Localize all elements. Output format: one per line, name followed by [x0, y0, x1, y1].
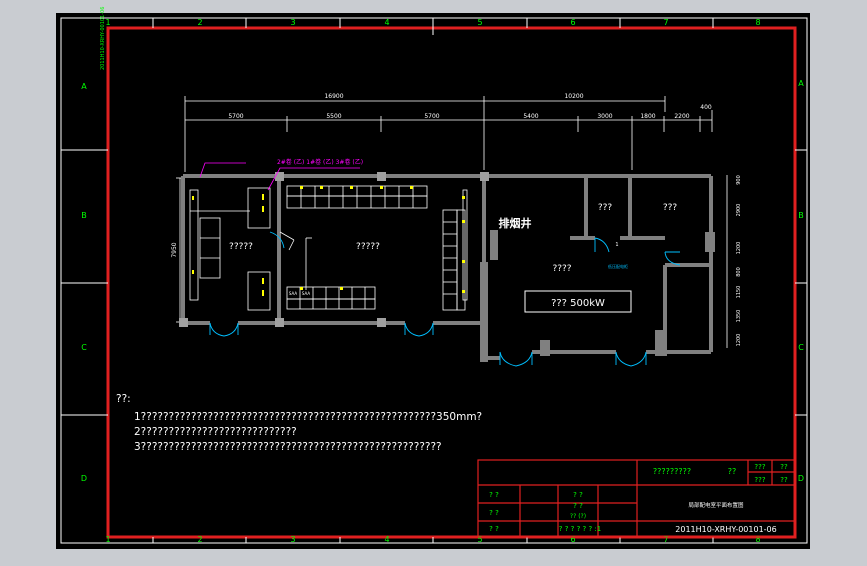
cabinet-code-2: SAA: [302, 291, 310, 296]
row-label-right-c: C: [798, 343, 804, 352]
room-left-large: ?????: [356, 242, 380, 252]
col-label-bottom-1: 1: [105, 535, 110, 544]
col-label-top-1: 1: [105, 18, 110, 27]
tb-cell-r1a: ???: [754, 463, 765, 471]
notes-line-1: 1???????????????????????????????????????…: [134, 411, 482, 423]
notes-line-2: 2????????????????????????????: [134, 426, 297, 438]
door-code: 1: [615, 242, 618, 248]
tb-q1: ? ?: [489, 491, 499, 499]
tb-bottom-mid: ? ? ? ? ? ? :1: [559, 525, 601, 533]
col-label-top-6: 6: [570, 18, 575, 27]
row-label-right-a: A: [798, 79, 804, 88]
tb-code: 2011H10-XRHY-00101-06: [675, 525, 776, 534]
col-label-top-8: 8: [755, 18, 760, 27]
tb-cell-r2b: ??: [780, 476, 788, 484]
tb-name: ?????????: [653, 467, 691, 476]
dim-right-6: 1350: [736, 310, 742, 323]
dim-right-4: 800: [736, 267, 742, 277]
room-right-main: ????: [552, 264, 571, 274]
dim-seg-3: 5700: [424, 113, 439, 120]
tb-cell-r1b: ??: [780, 463, 788, 471]
col-label-bottom-8: 8: [755, 535, 760, 544]
col-label-bottom-6: 6: [570, 535, 575, 544]
tb-name-right: ??: [728, 467, 737, 476]
row-label-left-c: C: [81, 343, 87, 352]
notes-heading: ??:: [116, 393, 131, 405]
dim-seg-7: 2200: [674, 113, 689, 120]
dim-seg-6: 1800: [640, 113, 655, 120]
dim-seg-4: 5400: [523, 113, 538, 120]
cad-viewport[interactable]: 1 2 3 4 5 6 7 8 1 2 3 4 5 6 7 8 A B C D …: [0, 0, 867, 562]
dim-right-3: 1200: [736, 242, 742, 255]
dim-seg-5: 3000: [597, 113, 612, 120]
col-label-top-2: 2: [197, 18, 202, 27]
dim-right-1: 900: [736, 175, 742, 185]
dim-top-overall-3: 400: [700, 104, 712, 111]
magenta-note: 2#卷 (乙) 1#卷 (乙) 3#卷 (乙): [277, 158, 363, 166]
drawing-canvas: [56, 13, 810, 549]
room-top-a: ???: [598, 203, 613, 213]
col-label-bottom-7: 7: [663, 535, 668, 544]
row-label-right-d: D: [798, 474, 804, 483]
tb-q3: ? ?: [489, 525, 499, 533]
dim-seg-1: 5700: [228, 113, 243, 120]
dim-right-2: 2900: [736, 204, 742, 217]
equipment-label: ??? 500kW: [551, 298, 605, 309]
col-label-top-5: 5: [477, 18, 482, 27]
col-label-bottom-4: 4: [384, 535, 389, 544]
dim-top-overall-2: 10200: [564, 93, 583, 100]
tb-cell-r2a: ???: [754, 476, 765, 484]
tb-q6: ?? (?): [570, 513, 586, 520]
row-label-left-d: D: [81, 474, 87, 483]
room-top-b: ???: [663, 203, 678, 213]
tb-q2: ? ?: [489, 509, 499, 517]
col-label-top-7: 7: [663, 18, 668, 27]
dim-top-overall-1: 16900: [324, 93, 343, 100]
cabinet-code-1: SAA: [289, 291, 297, 296]
col-label-bottom-3: 3: [290, 535, 295, 544]
notes-line-3: 3???????????????????????????????????????…: [134, 441, 442, 453]
tb-q4: ? ?: [573, 491, 583, 499]
row-label-left-b: B: [81, 211, 87, 220]
dim-left: 7950: [171, 242, 178, 257]
col-label-top-4: 4: [384, 18, 389, 27]
room-left-small: ?????: [229, 242, 253, 252]
cyan-label: 低压配电柜: [608, 263, 628, 269]
tb-desc: 局部配电室平面布置图: [688, 501, 744, 509]
row-label-left-a: A: [81, 82, 87, 91]
chimney-label: 排烟井: [499, 216, 532, 230]
tb-q5: ? ?: [573, 502, 583, 510]
side-code: 2011H10-XRHY-00101-06: [100, 7, 106, 70]
col-label-top-3: 3: [290, 18, 295, 27]
dim-right-7: 1200: [736, 334, 742, 347]
col-label-bottom-2: 2: [197, 535, 202, 544]
dim-right-5: 1150: [736, 286, 742, 299]
row-label-right-b: B: [798, 211, 804, 220]
dim-seg-2: 5500: [326, 113, 341, 120]
